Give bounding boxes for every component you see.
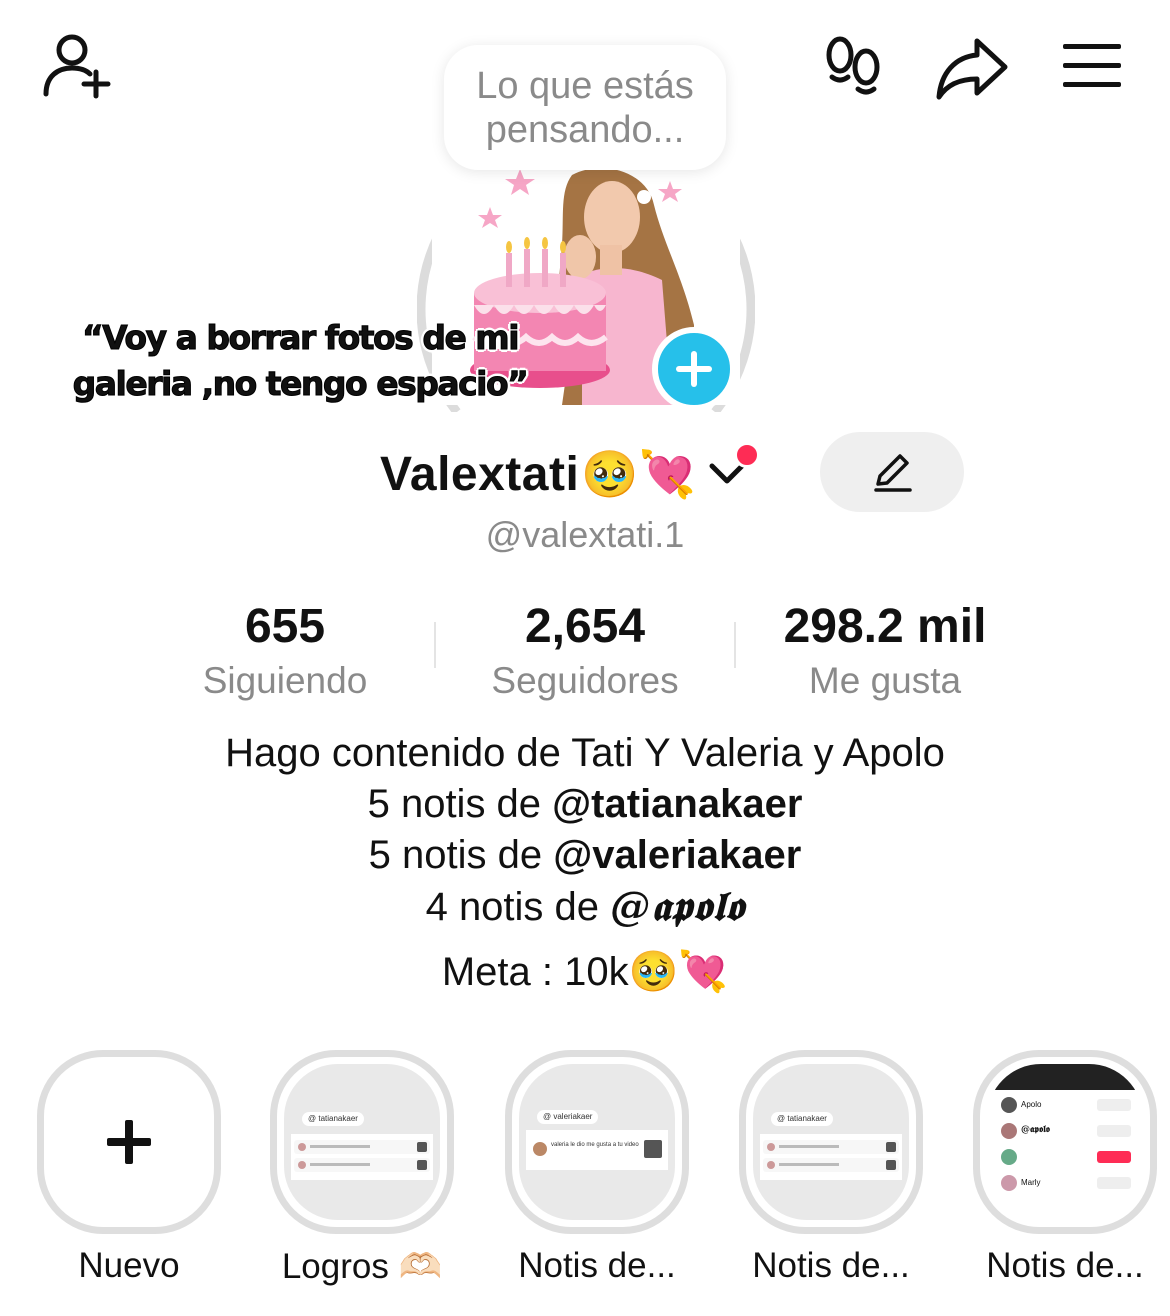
- followers-count: 2,654: [524, 600, 646, 653]
- stats-row: 655 Siguiendo 2,654 Seguidores 298.2 mil…: [135, 598, 1035, 708]
- highlight-label: Notis de...: [986, 1246, 1144, 1285]
- highlight-preview: @ tatianakaer: [284, 1064, 440, 1220]
- highlight-preview: @ valeriakaer valeria le dio me gusta a …: [519, 1064, 675, 1220]
- share-profile-button[interactable]: [932, 30, 1012, 105]
- highlight-tag: @ tatianakaer: [771, 1112, 833, 1126]
- add-friend-button[interactable]: [36, 28, 116, 108]
- bio-line-text: 5 notis de: [367, 782, 553, 826]
- thought-bubble[interactable]: Lo que estás pensando...: [444, 45, 726, 170]
- likes-label: Me gusta: [808, 660, 962, 701]
- highlight-label: Notis de...: [752, 1246, 910, 1285]
- hamburger-menu-icon: [1063, 44, 1121, 87]
- notification-dot: [733, 442, 760, 468]
- bio-line: 5 notis de @valeriakaer: [0, 830, 1170, 881]
- highlight-thumb: @ tatianakaer: [739, 1050, 923, 1234]
- bio: Hago contenido de Tati Y Valeria y Apolo…: [0, 728, 1170, 994]
- highlight-tag: @ valeriakaer: [537, 1110, 599, 1124]
- likes-count: 298.2 mil: [783, 600, 987, 653]
- preview-row: [763, 1140, 899, 1154]
- share-arrow-icon: [936, 38, 1008, 99]
- person-add-icon: [43, 34, 111, 99]
- following-stat[interactable]: 655 Siguiendo: [135, 598, 435, 706]
- preview-row: Marly: [997, 1172, 1133, 1194]
- thought-bubble-text: Lo que estás pensando...: [476, 64, 694, 151]
- bio-line-text: 4 notis de: [425, 885, 611, 929]
- highlight-preview: Apolo @𝖆𝖕𝖔𝖑𝖔 Marly: [987, 1064, 1143, 1220]
- mention-link[interactable]: @tatianakaer: [552, 782, 802, 826]
- plus-icon: [676, 351, 712, 387]
- highlight-notis-valeria[interactable]: @ valeriakaer valeria le dio me gusta a …: [502, 1050, 692, 1286]
- pencil-icon: [874, 454, 912, 492]
- preview-row: [294, 1140, 430, 1154]
- highlight-thumb: @ tatianakaer: [270, 1050, 454, 1234]
- following-label: Siguiendo: [202, 660, 368, 701]
- edit-profile-button[interactable]: [820, 432, 964, 512]
- bio-line: Hago contenido de Tati Y Valeria y Apolo: [225, 731, 945, 775]
- highlight-thumb: [37, 1050, 221, 1234]
- preview-header: [987, 1064, 1143, 1090]
- preview-row-text: Apolo: [1021, 1100, 1042, 1109]
- preview-row: [997, 1146, 1133, 1168]
- preview-row-text: @𝖆𝖕𝖔𝖑𝖔: [1021, 1125, 1050, 1135]
- add-story-button[interactable]: [652, 327, 736, 411]
- following-count: 655: [244, 600, 326, 653]
- display-name: Valextati: [380, 447, 580, 501]
- preview-row-text: Marly: [1021, 1178, 1041, 1187]
- bio-line-text: 5 notis de: [368, 833, 554, 877]
- preview-row: Apolo: [997, 1094, 1133, 1116]
- highlight-label: Logros 🫶🏻: [281, 1247, 443, 1286]
- preview-row-text: valeria le dio me gusta a tu video: [551, 1142, 639, 1148]
- likes-stat[interactable]: 298.2 mil Me gusta: [735, 598, 1035, 706]
- highlight-label: Notis de...: [518, 1246, 676, 1285]
- preview-row: [763, 1158, 899, 1172]
- highlight-label: Nuevo: [78, 1246, 180, 1285]
- name-row: Valextati 🥹💘: [380, 436, 760, 512]
- highlight-tag: @ tatianakaer: [302, 1112, 364, 1126]
- preview-row: [294, 1158, 430, 1172]
- bio-line: 5 notis de @tatianakaer: [0, 779, 1170, 830]
- profile-views-button[interactable]: [815, 28, 890, 108]
- highlight-thumb: @ valeriakaer valeria le dio me gusta a …: [505, 1050, 689, 1234]
- highlight-logros[interactable]: @ tatianakaer Logros 🫶🏻: [267, 1050, 457, 1287]
- menu-button[interactable]: [1058, 36, 1126, 96]
- followers-stat[interactable]: 2,654 Seguidores: [435, 598, 735, 706]
- followers-label: Seguidores: [491, 660, 679, 701]
- plus-icon: [107, 1120, 151, 1164]
- preview-row: @𝖆𝖕𝖔𝖑𝖔: [997, 1120, 1133, 1142]
- username-handle: @valextati.1: [485, 514, 685, 555]
- mention-link[interactable]: @𝖆𝖕𝖔𝖑𝖔: [610, 883, 744, 930]
- highlight-thumb: Apolo @𝖆𝖕𝖔𝖑𝖔 Marly: [973, 1050, 1157, 1234]
- avatar-overlay-text: “Voy a borrar fotos de mi galeria ,no te…: [72, 318, 529, 404]
- highlight-notis-apolo[interactable]: Apolo @𝖆𝖕𝖔𝖑𝖔 Marly Notis de...: [970, 1050, 1160, 1286]
- name-emojis: 🥹💘: [581, 447, 696, 500]
- bio-line: 4 notis de @𝖆𝖕𝖔𝖑𝖔: [0, 881, 1170, 932]
- highlight-new[interactable]: Nuevo: [34, 1050, 224, 1286]
- mention-link[interactable]: @valeriakaer: [553, 833, 801, 877]
- highlight-notis-tatiana[interactable]: @ tatianakaer Notis de...: [736, 1050, 926, 1286]
- footprints-icon: [826, 36, 879, 95]
- highlight-preview: @ tatianakaer: [753, 1064, 909, 1220]
- preview-row: valeria le dio me gusta a tu video: [529, 1138, 665, 1160]
- switch-account-button[interactable]: [702, 442, 760, 504]
- bio-goal: Meta : 10k🥹💘: [441, 950, 729, 994]
